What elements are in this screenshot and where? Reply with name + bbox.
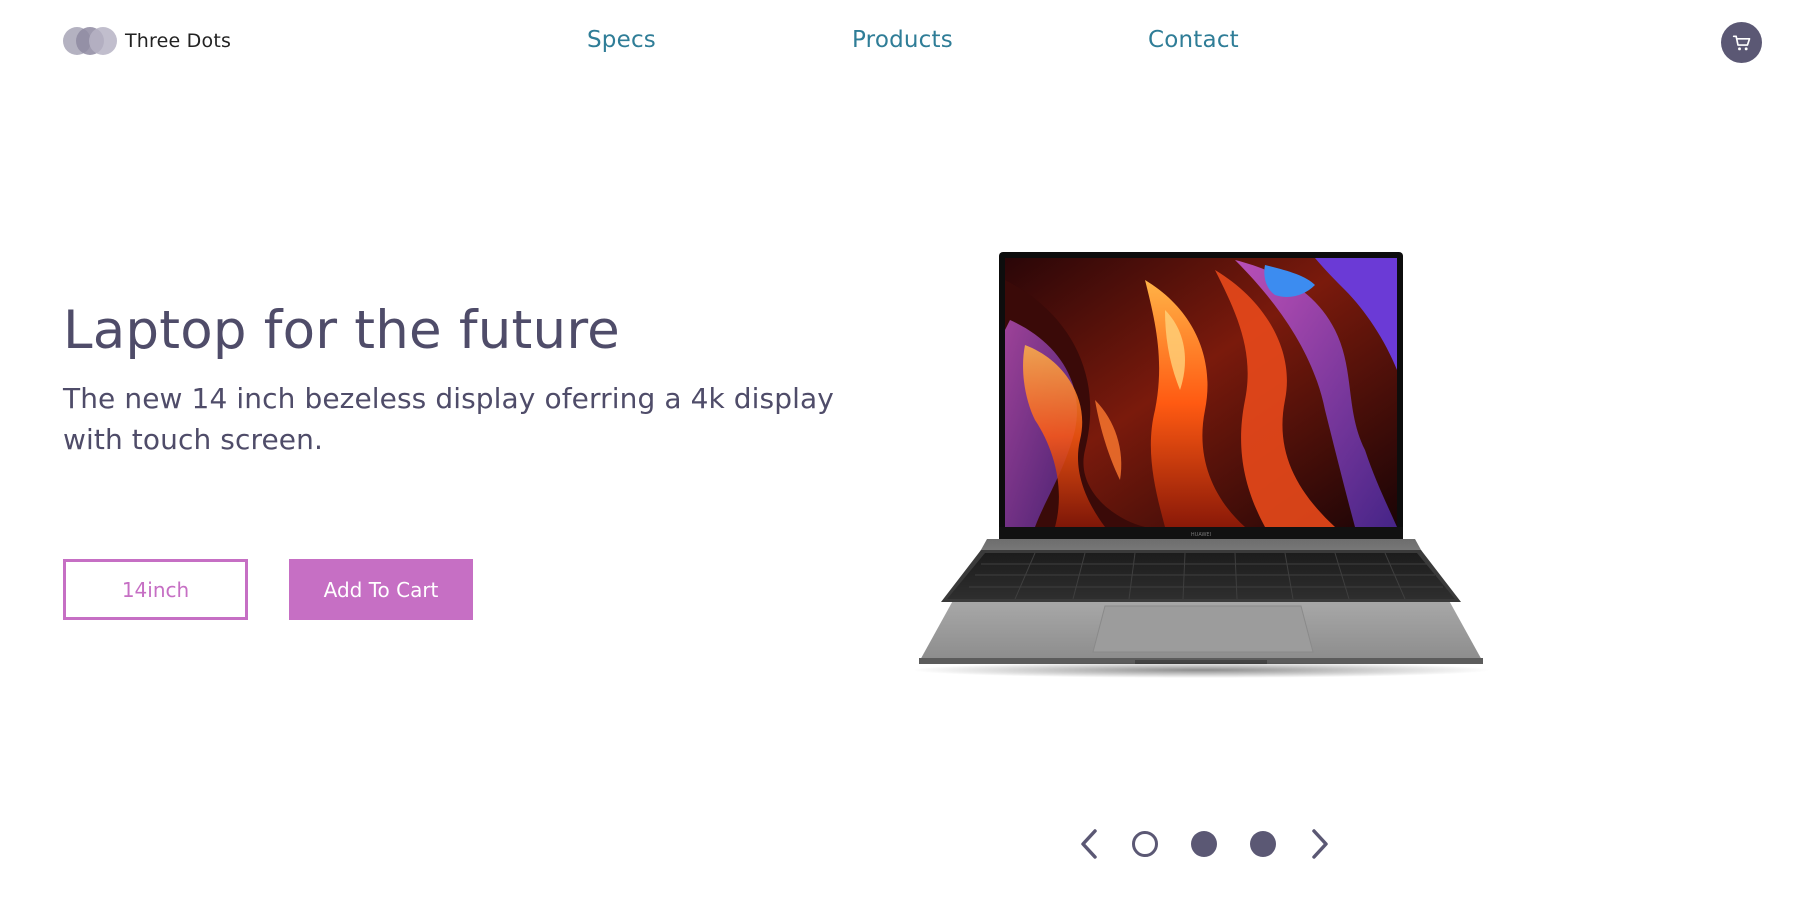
logo-text: Three Dots — [125, 30, 232, 52]
nav-link-specs[interactable]: Specs — [587, 27, 656, 53]
size-14inch-button[interactable]: 14inch — [63, 559, 248, 620]
nav-link-products[interactable]: Products — [852, 27, 953, 53]
carousel-dot-3[interactable] — [1250, 831, 1276, 857]
carousel-dot-2[interactable] — [1191, 831, 1217, 857]
carousel-next-button[interactable] — [1305, 826, 1335, 862]
nav-link-contact[interactable]: Contact — [1148, 27, 1239, 53]
cart-button[interactable] — [1721, 22, 1762, 63]
laptop-brand-text: HUAWEI — [1191, 532, 1211, 538]
page: Three Dots Specs Products Contact Laptop… — [0, 0, 1800, 900]
chevron-left-icon — [1081, 829, 1097, 859]
hero-description: The new 14 inch bezeless display oferrin… — [63, 382, 834, 456]
logo[interactable]: Three Dots — [63, 27, 231, 55]
carousel-prev-button[interactable] — [1074, 826, 1104, 862]
three-dots-logo-icon — [63, 27, 118, 55]
chevron-right-icon — [1312, 829, 1328, 859]
hero-title: Laptop for the future — [63, 300, 620, 361]
laptop-image: HUAWEI — [915, 252, 1491, 678]
cart-icon — [1732, 35, 1750, 50]
carousel-dot-1[interactable] — [1132, 831, 1158, 857]
add-to-cart-button[interactable]: Add To Cart — [289, 559, 473, 620]
